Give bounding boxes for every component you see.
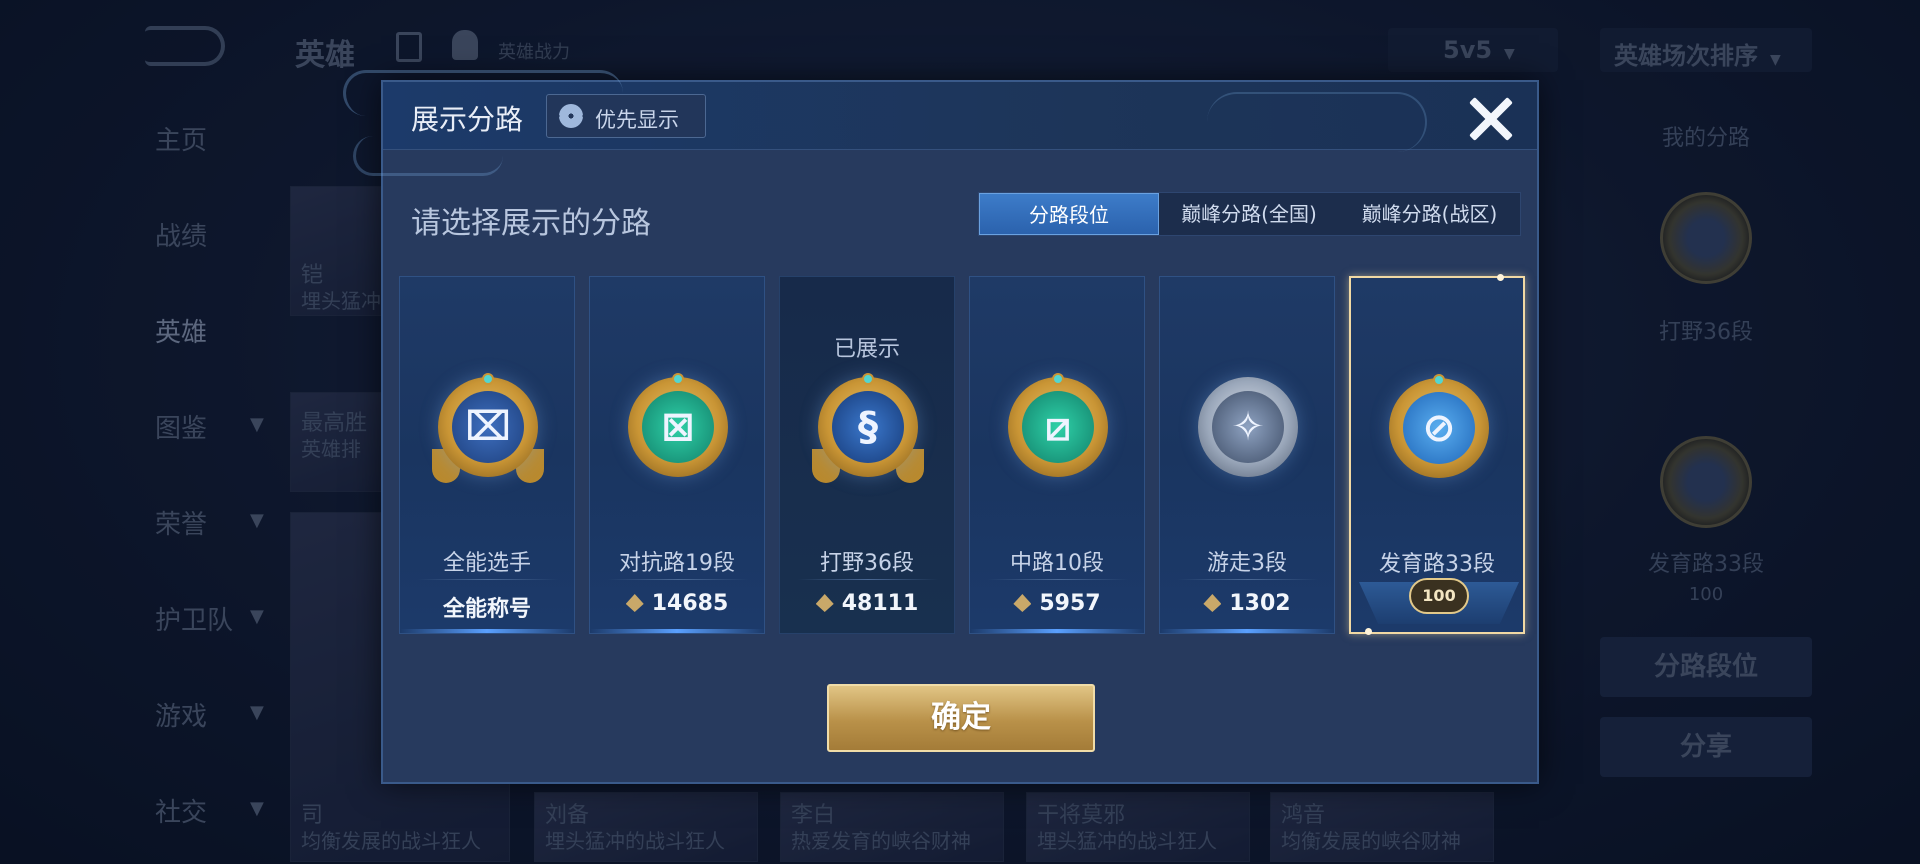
lane-card-roam[interactable]: ✧ 游走3段 1302 xyxy=(1159,276,1335,634)
confirm-button[interactable]: 确定 xyxy=(827,684,1095,752)
lane-name: 发育路33段 xyxy=(1379,552,1495,577)
lane-name: 游走3段 xyxy=(1207,551,1287,576)
priority-display-button[interactable]: 优先显示 xyxy=(546,94,706,138)
clash-lane-icon: ⊠ xyxy=(628,373,728,477)
lane-score: 5957 xyxy=(970,591,1144,616)
diamond-icon xyxy=(1013,594,1032,612)
lane-name: 全能选手 xyxy=(442,551,531,576)
farm-lane-icon: ⊘ xyxy=(1389,374,1489,478)
mid-lane-icon: ⧄ xyxy=(1008,373,1108,477)
lane-score: 全能称号 xyxy=(442,597,531,622)
rank-badge: 100 xyxy=(1409,578,1469,614)
lane-card-jungle[interactable]: 已展示 § 打野36段 48111 xyxy=(779,276,955,634)
lane-score: 14685 xyxy=(590,591,764,616)
all-round-icon: ⌧ xyxy=(432,373,544,483)
lane-card-farm[interactable]: ⊘ 发育路33段 100 xyxy=(1349,274,1525,635)
diamond-icon xyxy=(1203,594,1222,612)
lane-score: 48111 xyxy=(780,591,954,616)
game-screen: 英雄 英雄战力 5v5 ▼ 英雄场次排序 ▼ 主页 战绩 英雄 图鉴 ▼ 荣誉 ▼ 护卫… xyxy=(0,0,1920,864)
lane-card-clash[interactable]: ⊠ 对抗路19段 14685 xyxy=(589,276,765,634)
priority-display-label: 优先显示 xyxy=(595,108,679,132)
tab-peak-region[interactable]: 巅峰分路(战区) xyxy=(1339,193,1520,235)
lane-name: 对抗路19段 xyxy=(619,551,735,576)
lane-name: 打野36段 xyxy=(820,551,914,576)
dialog-title: 展示分路 xyxy=(411,103,524,136)
cloud-decoration xyxy=(353,136,503,176)
tab-lane-rank[interactable]: 分路段位 xyxy=(979,193,1159,235)
gear-icon xyxy=(559,104,583,128)
lane-card-mid[interactable]: ⧄ 中路10段 5957 xyxy=(969,276,1145,634)
lane-score: 1302 xyxy=(1160,591,1334,616)
lane-tabs: 分路段位 巅峰分路(全国) 巅峰分路(战区) xyxy=(978,192,1521,236)
tab-peak-national[interactable]: 巅峰分路(全国) xyxy=(1159,193,1339,235)
cloud-decoration xyxy=(1207,92,1427,152)
lane-card-list: ⌧ 全能选手 全能称号 ⊠ 对抗路19段 14685 已展示 § 打野36段 4… xyxy=(399,274,1529,638)
select-lane-prompt: 请选择展示的分路 xyxy=(411,206,651,241)
roam-wings-icon: ✧ xyxy=(1198,377,1298,477)
diamond-icon xyxy=(815,594,834,612)
lane-name: 中路10段 xyxy=(1010,551,1104,576)
lane-card-all-round[interactable]: ⌧ 全能选手 全能称号 xyxy=(399,276,575,634)
jungle-dragon-icon: § xyxy=(812,373,924,483)
lane-display-dialog: 展示分路 优先显示 请选择展示的分路 分路段位 巅峰分路(全国) 巅峰分路(战区… xyxy=(343,70,1539,784)
close-icon[interactable] xyxy=(1465,94,1515,144)
diamond-icon xyxy=(625,594,644,612)
shown-label: 已展示 xyxy=(833,337,900,362)
dialog-header: 展示分路 优先显示 xyxy=(343,70,1537,152)
